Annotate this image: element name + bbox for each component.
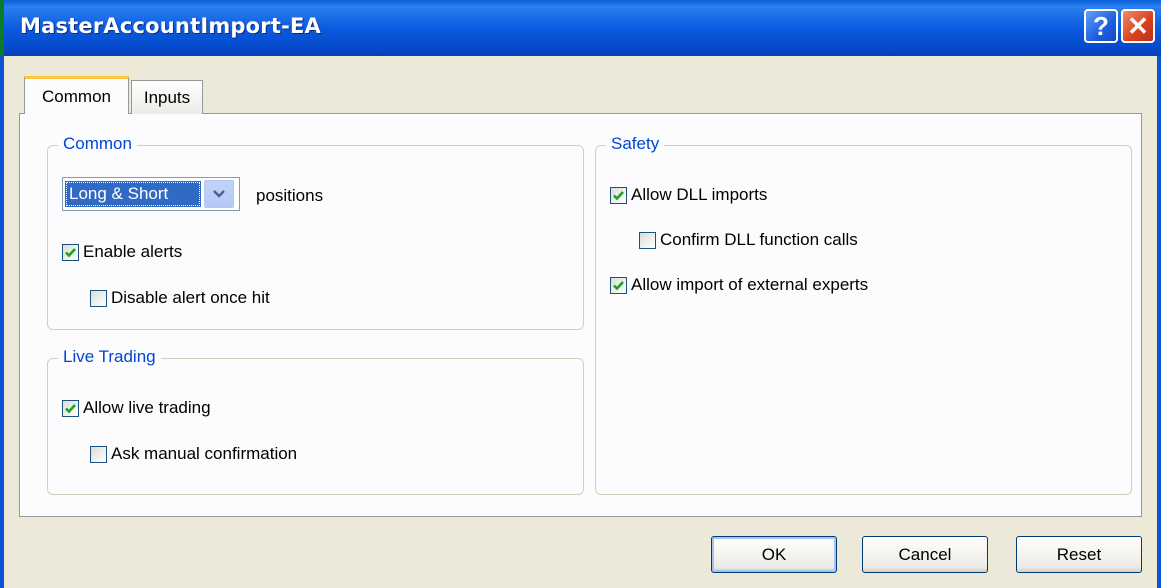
allow-live-trading-checkbox[interactable]: Allow live trading (62, 398, 211, 418)
tab-inputs[interactable]: Inputs (131, 80, 203, 114)
checkbox-box[interactable] (610, 186, 627, 204)
positions-label: positions (256, 186, 324, 205)
checkbox-box[interactable] (62, 243, 79, 261)
reset-button[interactable]: Reset (1016, 536, 1142, 573)
allow-import-external-experts-label: Allow import of external experts (631, 275, 869, 294)
help-button[interactable]: ? (1084, 9, 1118, 43)
positions-select-value: Long & Short (65, 181, 201, 207)
title-bar[interactable]: MasterAccountImport-EA ? ✕ (0, 0, 1161, 56)
checkbox-box[interactable] (610, 276, 627, 294)
checkbox-box[interactable] (90, 289, 107, 307)
window-title: MasterAccountImport-EA (20, 14, 321, 38)
checkbox-box[interactable] (90, 445, 107, 463)
live-trading-group-label: Live Trading (58, 347, 161, 367)
ok-button[interactable]: OK (711, 536, 837, 573)
positions-select-box[interactable]: Long & Short (62, 177, 240, 211)
help-icon: ? (1093, 11, 1109, 41)
close-button[interactable]: ✕ (1121, 9, 1155, 43)
live-trading-groupbox: Live Trading (47, 347, 584, 495)
common-group-label: Common (58, 134, 137, 154)
confirm-dll-function-calls-label: Confirm DLL function calls (660, 230, 858, 249)
disable-alert-once-hit-label: Disable alert once hit (111, 288, 270, 307)
enable-alerts-label: Enable alerts (83, 242, 183, 261)
tab-panel-common: Common Long & Short positions Enable ale… (19, 113, 1142, 517)
ask-manual-confirmation-label: Ask manual confirmation (111, 444, 298, 463)
tab-label: Inputs (143, 87, 191, 107)
tab-label: Common (42, 86, 111, 106)
ask-manual-confirmation-checkbox[interactable]: Ask manual confirmation (90, 444, 297, 464)
tab-common[interactable]: Common (24, 76, 129, 114)
positions-select[interactable]: Long & Short (62, 177, 240, 211)
chevron-down-icon[interactable] (204, 180, 234, 208)
allow-live-trading-label: Allow live trading (83, 398, 211, 417)
allow-dll-imports-label: Allow DLL imports (631, 185, 768, 204)
allow-import-external-experts-checkbox[interactable]: Allow import of external experts (610, 275, 868, 295)
safety-group-label: Safety (606, 134, 665, 154)
checkbox-box[interactable] (62, 399, 79, 417)
disable-alert-once-hit-checkbox[interactable]: Disable alert once hit (90, 288, 270, 308)
allow-dll-imports-checkbox[interactable]: Allow DLL imports (610, 185, 767, 205)
enable-alerts-checkbox[interactable]: Enable alerts (62, 242, 182, 262)
checkbox-box[interactable] (639, 231, 656, 249)
confirm-dll-function-calls-checkbox[interactable]: Confirm DLL function calls (639, 230, 858, 250)
cancel-button[interactable]: Cancel (862, 536, 988, 573)
close-icon: ✕ (1127, 11, 1149, 41)
window-edge (0, 0, 4, 56)
